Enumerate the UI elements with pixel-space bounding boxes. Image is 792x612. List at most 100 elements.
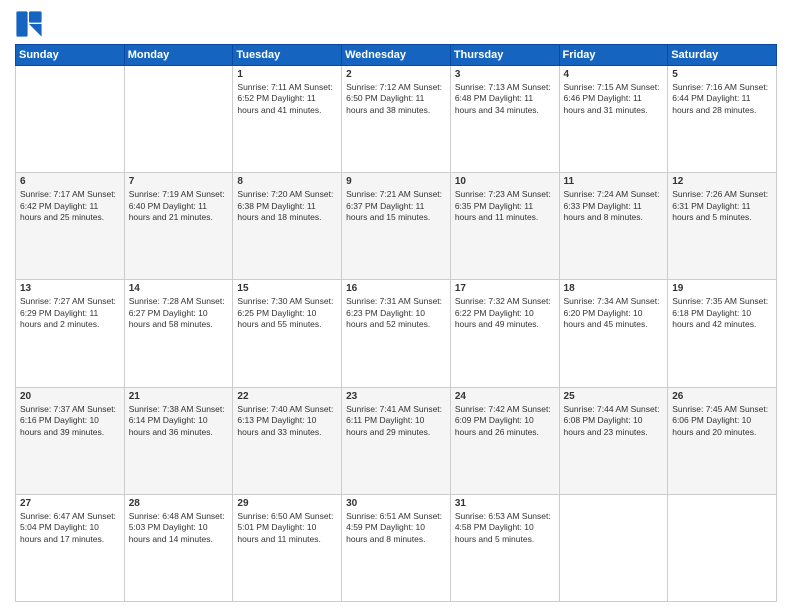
header (15, 10, 777, 38)
calendar-cell: 9Sunrise: 7:21 AM Sunset: 6:37 PM Daylig… (342, 173, 451, 280)
day-number: 13 (20, 283, 120, 294)
calendar-cell: 17 Sunrise: 7:32 AM Sunset: 6:22 PM Dayli… (450, 280, 559, 387)
day-info: Sunrise: 7:30 AM Sunset: 6:25 PM Dayligh… (237, 296, 337, 330)
calendar-cell: 14 Sunrise: 7:28 AM Sunset: 6:27 PM Dayli… (124, 280, 233, 387)
calendar-cell: 20 Sunrise: 7:37 AM Sunset: 6:16 PM Dayli… (16, 387, 125, 494)
week-row-0: 1Sunrise: 7:11 AM Sunset: 6:52 PM Daylig… (16, 66, 777, 173)
logo-icon (15, 10, 43, 38)
day-number: 21 (129, 391, 229, 402)
calendar-cell: 16 Sunrise: 7:31 AM Sunset: 6:23 PM Dayli… (342, 280, 451, 387)
calendar-cell: 23 Sunrise: 7:41 AM Sunset: 6:11 PM Dayli… (342, 387, 451, 494)
day-info: Sunrise: 6:48 AM Sunset: 5:03 PM Dayligh… (129, 511, 229, 545)
calendar-cell: 18 Sunrise: 7:34 AM Sunset: 6:20 PM Dayli… (559, 280, 668, 387)
day-info: Sunrise: 7:28 AM Sunset: 6:27 PM Dayligh… (129, 296, 229, 330)
day-info: Sunrise: 6:53 AM Sunset: 4:58 PM Dayligh… (455, 511, 555, 545)
weekday-header-row: SundayMondayTuesdayWednesdayThursdayFrid… (16, 45, 777, 66)
day-number: 12 (672, 176, 772, 187)
day-number: 2 (346, 69, 446, 80)
day-info: Sunrise: 7:27 AM Sunset: 6:29 PM Dayligh… (20, 296, 120, 330)
day-number: 25 (564, 391, 664, 402)
day-number: 31 (455, 498, 555, 509)
day-info: Sunrise: 7:35 AM Sunset: 6:18 PM Dayligh… (672, 296, 772, 330)
day-info: Sunrise: 7:13 AM Sunset: 6:48 PM Dayligh… (455, 82, 555, 116)
day-number: 18 (564, 283, 664, 294)
day-number: 8 (237, 176, 337, 187)
calendar-cell: 7Sunrise: 7:19 AM Sunset: 6:40 PM Daylig… (124, 173, 233, 280)
day-number: 4 (564, 69, 664, 80)
weekday-tuesday: Tuesday (233, 45, 342, 66)
day-info: Sunrise: 6:51 AM Sunset: 4:59 PM Dayligh… (346, 511, 446, 545)
weekday-friday: Friday (559, 45, 668, 66)
calendar: SundayMondayTuesdayWednesdayThursdayFrid… (15, 44, 777, 602)
calendar-cell: 10 Sunrise: 7:23 AM Sunset: 6:35 PM Dayli… (450, 173, 559, 280)
day-number: 7 (129, 176, 229, 187)
day-info: Sunrise: 7:42 AM Sunset: 6:09 PM Dayligh… (455, 404, 555, 438)
weekday-wednesday: Wednesday (342, 45, 451, 66)
calendar-cell: 26 Sunrise: 7:45 AM Sunset: 6:06 PM Dayli… (668, 387, 777, 494)
day-info: Sunrise: 7:37 AM Sunset: 6:16 PM Dayligh… (20, 404, 120, 438)
week-row-3: 20 Sunrise: 7:37 AM Sunset: 6:16 PM Dayli… (16, 387, 777, 494)
calendar-cell: 25 Sunrise: 7:44 AM Sunset: 6:08 PM Dayli… (559, 387, 668, 494)
week-row-2: 13 Sunrise: 7:27 AM Sunset: 6:29 PM Dayli… (16, 280, 777, 387)
day-info: Sunrise: 7:26 AM Sunset: 6:31 PM Dayligh… (672, 189, 772, 223)
day-number: 17 (455, 283, 555, 294)
day-number: 3 (455, 69, 555, 80)
page: SundayMondayTuesdayWednesdayThursdayFrid… (0, 0, 792, 612)
calendar-cell: 5 Sunrise: 7:16 AM Sunset: 6:44 PM Daylig… (668, 66, 777, 173)
day-number: 6 (20, 176, 120, 187)
calendar-cell: 2 Sunrise: 7:12 AM Sunset: 6:50 PM Daylig… (342, 66, 451, 173)
day-number: 29 (237, 498, 337, 509)
day-number: 15 (237, 283, 337, 294)
day-number: 1 (237, 69, 337, 80)
day-info: Sunrise: 7:40 AM Sunset: 6:13 PM Dayligh… (237, 404, 337, 438)
day-info: Sunrise: 7:38 AM Sunset: 6:14 PM Dayligh… (129, 404, 229, 438)
day-info: Sunrise: 7:31 AM Sunset: 6:23 PM Dayligh… (346, 296, 446, 330)
calendar-cell: 3 Sunrise: 7:13 AM Sunset: 6:48 PM Daylig… (450, 66, 559, 173)
day-number: 23 (346, 391, 446, 402)
day-number: 19 (672, 283, 772, 294)
day-number: 16 (346, 283, 446, 294)
day-info: Sunrise: 7:21 AM Sunset: 6:37 PM Dayligh… (346, 189, 446, 223)
day-number: 30 (346, 498, 446, 509)
calendar-cell: 28 Sunrise: 6:48 AM Sunset: 5:03 PM Dayli… (124, 494, 233, 601)
day-info: Sunrise: 7:17 AM Sunset: 6:42 PM Dayligh… (20, 189, 120, 223)
calendar-cell: 6 Sunrise: 7:17 AM Sunset: 6:42 PM Daylig… (16, 173, 125, 280)
day-info: Sunrise: 7:41 AM Sunset: 6:11 PM Dayligh… (346, 404, 446, 438)
weekday-sunday: Sunday (16, 45, 125, 66)
day-info: Sunrise: 7:34 AM Sunset: 6:20 PM Dayligh… (564, 296, 664, 330)
day-number: 20 (20, 391, 120, 402)
calendar-cell: 19 Sunrise: 7:35 AM Sunset: 6:18 PM Dayli… (668, 280, 777, 387)
day-number: 26 (672, 391, 772, 402)
logo (15, 10, 47, 38)
calendar-cell: 24 Sunrise: 7:42 AM Sunset: 6:09 PM Dayli… (450, 387, 559, 494)
day-info: Sunrise: 7:44 AM Sunset: 6:08 PM Dayligh… (564, 404, 664, 438)
weekday-saturday: Saturday (668, 45, 777, 66)
calendar-cell (16, 66, 125, 173)
day-info: Sunrise: 7:24 AM Sunset: 6:33 PM Dayligh… (564, 189, 664, 223)
day-info: Sunrise: 7:12 AM Sunset: 6:50 PM Dayligh… (346, 82, 446, 116)
day-info: Sunrise: 7:20 AM Sunset: 6:38 PM Dayligh… (237, 189, 337, 223)
weekday-monday: Monday (124, 45, 233, 66)
day-number: 22 (237, 391, 337, 402)
calendar-body: 1Sunrise: 7:11 AM Sunset: 6:52 PM Daylig… (16, 66, 777, 602)
day-number: 28 (129, 498, 229, 509)
calendar-cell: 30 Sunrise: 6:51 AM Sunset: 4:59 PM Dayli… (342, 494, 451, 601)
day-info: Sunrise: 6:47 AM Sunset: 5:04 PM Dayligh… (20, 511, 120, 545)
day-info: Sunrise: 7:16 AM Sunset: 6:44 PM Dayligh… (672, 82, 772, 116)
day-info: Sunrise: 7:45 AM Sunset: 6:06 PM Dayligh… (672, 404, 772, 438)
day-number: 11 (564, 176, 664, 187)
day-info: Sunrise: 7:32 AM Sunset: 6:22 PM Dayligh… (455, 296, 555, 330)
calendar-cell: 12 Sunrise: 7:26 AM Sunset: 6:31 PM Dayli… (668, 173, 777, 280)
week-row-4: 27 Sunrise: 6:47 AM Sunset: 5:04 PM Dayli… (16, 494, 777, 601)
calendar-cell: 13 Sunrise: 7:27 AM Sunset: 6:29 PM Dayli… (16, 280, 125, 387)
day-number: 5 (672, 69, 772, 80)
day-number: 10 (455, 176, 555, 187)
calendar-cell (559, 494, 668, 601)
day-info: Sunrise: 7:15 AM Sunset: 6:46 PM Dayligh… (564, 82, 664, 116)
calendar-cell: 27 Sunrise: 6:47 AM Sunset: 5:04 PM Dayli… (16, 494, 125, 601)
day-number: 14 (129, 283, 229, 294)
day-info: Sunrise: 7:23 AM Sunset: 6:35 PM Dayligh… (455, 189, 555, 223)
calendar-cell: 8 Sunrise: 7:20 AM Sunset: 6:38 PM Daylig… (233, 173, 342, 280)
day-number: 27 (20, 498, 120, 509)
day-number: 24 (455, 391, 555, 402)
